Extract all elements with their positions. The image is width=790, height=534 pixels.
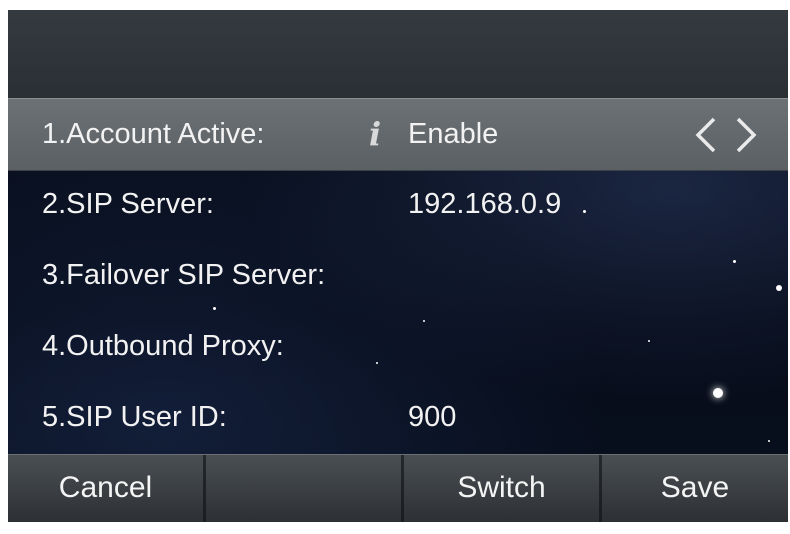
row-label: 3.Failover SIP Server:: [42, 259, 326, 291]
info-icon[interactable]: i: [369, 99, 381, 170]
softkey-bar: Cancel Switch Save: [8, 454, 788, 522]
row-label: 5.SIP User ID:: [42, 401, 227, 433]
row-label: 2.SIP Server:: [42, 188, 214, 220]
sip-user-id-row[interactable]: 5.SIP User ID: 900: [8, 382, 788, 453]
option-switch-arrows[interactable]: [692, 116, 762, 154]
sip-server-row[interactable]: 2.SIP Server: 192.168.0.9: [8, 169, 788, 240]
account-active-row[interactable]: 1.Account Active: i Enable: [8, 98, 788, 171]
cancel-button[interactable]: Cancel: [8, 455, 203, 522]
chevron-right-icon: [736, 117, 757, 153]
sip-server-value: 192.168.0.9: [408, 188, 562, 220]
outbound-proxy-row[interactable]: 4.Outbound Proxy:: [8, 311, 788, 382]
account-active-value: Enable: [408, 118, 499, 150]
save-button[interactable]: Save: [602, 455, 788, 522]
switch-button[interactable]: Switch: [404, 455, 599, 522]
blank-softkey[interactable]: [206, 455, 401, 522]
row-label: 4.Outbound Proxy:: [42, 330, 284, 362]
failover-sip-server-row[interactable]: 3.Failover SIP Server:: [8, 240, 788, 311]
settings-list: 1.Account Active: i Enable 2.SIP Server:…: [8, 98, 788, 454]
title-bar: [8, 10, 788, 99]
phone-screen: 1.Account Active: i Enable 2.SIP Server:…: [8, 10, 788, 522]
sip-user-id-value: 900: [408, 401, 457, 433]
chevron-left-icon: [695, 117, 716, 153]
row-label: 1.Account Active:: [42, 118, 265, 150]
